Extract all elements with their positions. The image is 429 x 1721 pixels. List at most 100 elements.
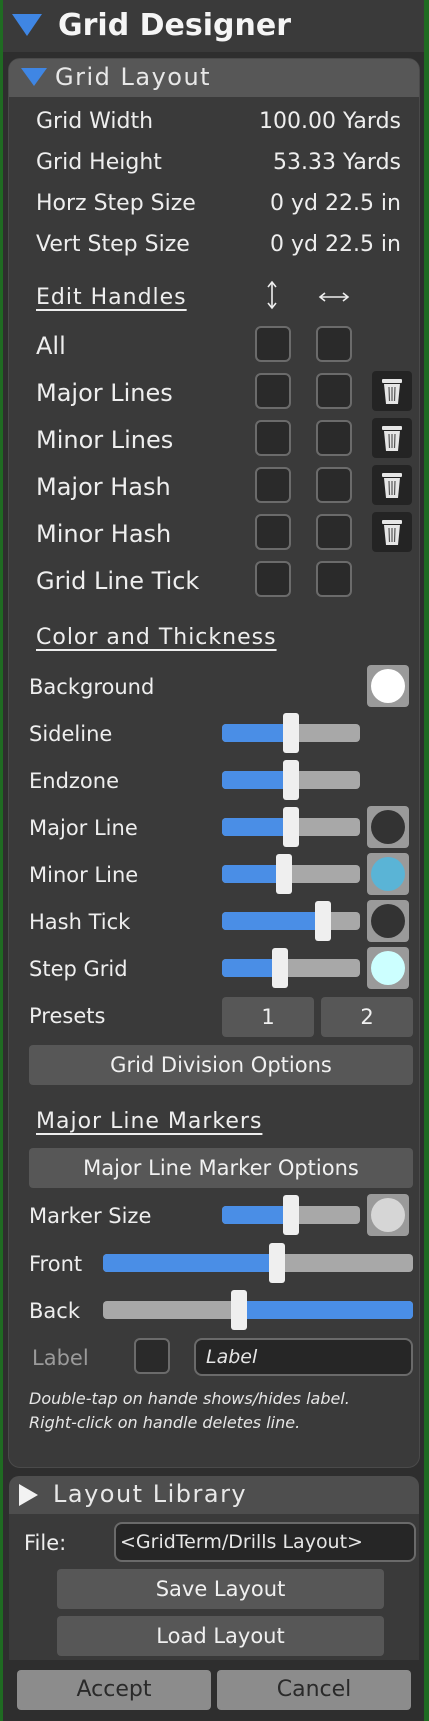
slider-fill [222, 771, 291, 789]
grid-height-value: 53.33 Yards [273, 150, 401, 175]
grid-width-label: Grid Width [36, 109, 154, 134]
collapse-triangle-icon[interactable] [12, 14, 42, 36]
slider-thumb[interactable] [283, 760, 299, 800]
hint-text: Double-tap on hande shows/hides label. [29, 1389, 350, 1408]
color-dot [371, 669, 405, 703]
major-line-marker-options-button[interactable]: Major Line Marker Options [29, 1148, 413, 1188]
trash-icon[interactable] [372, 465, 412, 505]
handles-row-label: Minor Lines [36, 426, 174, 454]
color-dot [371, 857, 405, 891]
step-grid-label: Step Grid [29, 957, 128, 981]
slider-thumb[interactable] [271, 948, 288, 988]
layout-library-header[interactable]: Layout Library [9, 1476, 419, 1514]
preset-2-button[interactable]: 2 [321, 997, 413, 1037]
horz-step-value: 0 yd 22.5 in [269, 191, 401, 216]
color-thickness-title: Color and Thickness [36, 625, 277, 650]
save-layout-button[interactable]: Save Layout [57, 1569, 384, 1609]
trash-icon[interactable] [372, 512, 412, 552]
step-grid-slider[interactable] [222, 948, 360, 988]
front-label: Front [29, 1252, 83, 1276]
major-line-markers-title: Major Line Markers [36, 1109, 263, 1134]
trash-icon[interactable] [372, 371, 412, 411]
major-lines-horizontal-checkbox[interactable] [316, 373, 352, 409]
grid-line-tick-vertical-checkbox[interactable] [255, 561, 291, 597]
all-vertical-checkbox[interactable] [255, 326, 291, 362]
marker-color-swatch[interactable] [367, 1194, 409, 1236]
label-checkbox[interactable] [134, 1338, 170, 1374]
vert-step-value: 0 yd 22.5 in [269, 232, 401, 257]
grid-layout-header[interactable]: Grid Layout [9, 59, 419, 97]
back-label: Back [29, 1299, 80, 1323]
horz-step-label: Horz Step Size [36, 191, 196, 216]
preset-1-button[interactable]: 1 [222, 997, 314, 1037]
marker-size-label: Marker Size [29, 1204, 152, 1228]
grid-height-label: Grid Height [36, 150, 162, 175]
slider-thumb[interactable] [231, 1290, 248, 1330]
hash-tick-label: Hash Tick [29, 910, 131, 934]
horizontal-resize-arrow-icon [318, 292, 350, 302]
grid-division-options-button[interactable]: Grid Division Options [29, 1045, 413, 1085]
hash-tick-slider[interactable] [222, 901, 360, 941]
label-input[interactable]: Label [194, 1338, 413, 1376]
background-label: Background [29, 675, 155, 699]
major-hash-vertical-checkbox[interactable] [255, 467, 291, 503]
slider-thumb[interactable] [276, 854, 293, 894]
major-lines-vertical-checkbox[interactable] [255, 373, 291, 409]
handles-row-label: Major Hash [36, 473, 171, 501]
slider-fill [103, 1254, 277, 1272]
slider-fill [222, 724, 291, 742]
trash-icon[interactable] [372, 418, 412, 458]
minor-hash-vertical-checkbox[interactable] [255, 514, 291, 550]
file-label: File: [24, 1531, 67, 1555]
window-title: Grid Designer [58, 8, 291, 43]
back-slider[interactable] [103, 1290, 413, 1330]
accept-button[interactable]: Accept [17, 1670, 211, 1710]
sideline-label: Sideline [29, 722, 113, 746]
slider-thumb[interactable] [283, 1195, 299, 1235]
color-dot [371, 810, 405, 844]
slider-fill [222, 818, 291, 836]
slider-fill [222, 912, 323, 930]
endzone-label: Endzone [29, 769, 120, 793]
minor-line-label: Minor Line [29, 863, 139, 887]
grid-width-value: 100.00 Yards [259, 109, 401, 134]
hash-tick-color-swatch[interactable] [367, 900, 409, 942]
major-line-color-swatch[interactable] [367, 806, 409, 848]
major-line-label: Major Line [29, 816, 138, 840]
slider-thumb[interactable] [283, 713, 299, 753]
expand-triangle-icon [21, 68, 47, 86]
edit-handles-title: Edit Handles [36, 285, 187, 310]
vert-step-label: Vert Step Size [36, 232, 190, 257]
handles-row-label: Grid Line Tick [36, 567, 200, 595]
major-hash-horizontal-checkbox[interactable] [316, 467, 352, 503]
file-path-field[interactable]: <GridTerm/Drills Layout> [114, 1522, 416, 1562]
grid-line-tick-horizontal-checkbox[interactable] [316, 561, 352, 597]
step-grid-color-swatch[interactable] [367, 947, 409, 989]
hint-text: Right-click on handle deletes line. [29, 1413, 301, 1432]
minor-line-color-swatch[interactable] [367, 853, 409, 895]
grid-layout-title: Grid Layout [55, 63, 212, 91]
minor-hash-horizontal-checkbox[interactable] [316, 514, 352, 550]
slider-thumb[interactable] [283, 807, 299, 847]
background-color-swatch[interactable] [367, 665, 409, 707]
handles-row-label: Major Lines [36, 379, 173, 407]
slider-thumb[interactable] [314, 901, 331, 941]
color-dot [371, 1198, 405, 1232]
vertical-resize-arrow-icon [267, 280, 277, 310]
major-line-slider[interactable] [222, 807, 360, 847]
sideline-slider[interactable] [222, 713, 360, 753]
minor-line-slider[interactable] [222, 854, 360, 894]
marker-size-slider[interactable] [222, 1195, 360, 1235]
slider-thumb[interactable] [268, 1243, 285, 1283]
expand-triangle-icon [19, 1484, 38, 1506]
cancel-button[interactable]: Cancel [217, 1670, 411, 1710]
slider-fill [222, 1206, 291, 1224]
endzone-slider[interactable] [222, 760, 360, 800]
front-slider[interactable] [103, 1243, 413, 1283]
minor-lines-vertical-checkbox[interactable] [255, 420, 291, 456]
label-label: Label [32, 1346, 89, 1370]
load-layout-button[interactable]: Load Layout [57, 1616, 384, 1656]
minor-lines-horizontal-checkbox[interactable] [316, 420, 352, 456]
color-dot [371, 951, 405, 985]
all-horizontal-checkbox[interactable] [316, 326, 352, 362]
